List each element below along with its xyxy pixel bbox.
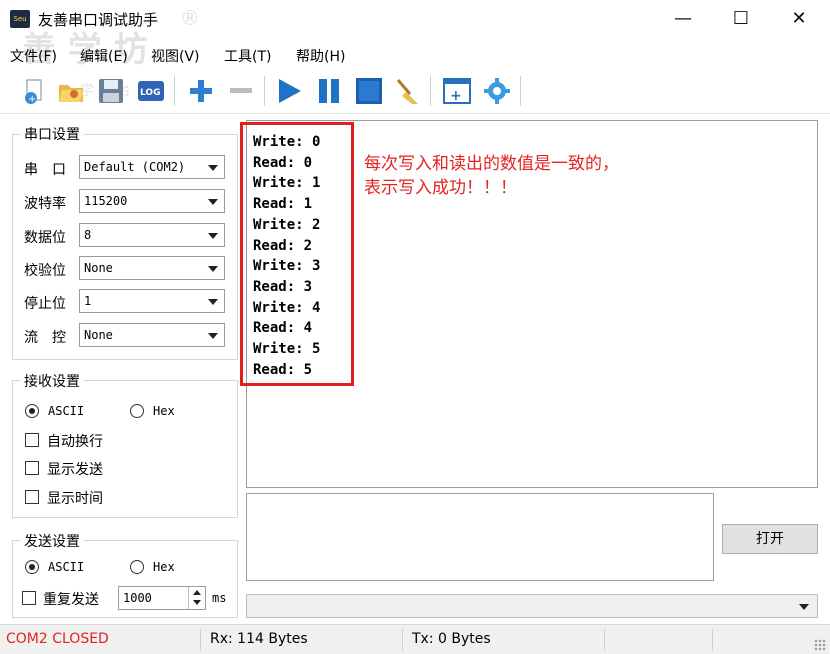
baud-value: 115200 — [84, 194, 128, 208]
status-divider — [604, 629, 605, 651]
toolbar-separator — [520, 76, 521, 106]
serial-settings-title: 串口设置 — [20, 124, 84, 144]
stepper-up-icon[interactable] — [193, 590, 201, 595]
repeat-interval-input[interactable]: 1000 — [118, 586, 206, 610]
databits-label: 数据位 — [24, 230, 66, 246]
broom-icon[interactable] — [392, 76, 422, 106]
receive-settings-group — [12, 380, 238, 518]
stopbits-value: 1 — [84, 294, 92, 308]
receive-ascii-radio[interactable] — [25, 404, 39, 418]
repeat-send-checkbox[interactable] — [22, 591, 36, 605]
trademark-symbol: ® — [180, 6, 200, 30]
repeat-interval-value: 1000 — [123, 591, 152, 605]
send-textarea[interactable] — [246, 493, 714, 581]
close-button[interactable]: ✕ — [776, 0, 822, 38]
save-icon[interactable] — [96, 76, 126, 106]
send-hex-label: Hex — [153, 560, 175, 574]
send-ascii-label: ASCII — [48, 560, 85, 574]
port-value: Default (COM2) — [84, 160, 186, 174]
baud-select[interactable]: 115200 — [79, 189, 225, 213]
chevron-down-icon — [208, 299, 218, 305]
port-select[interactable]: Default (COM2) — [79, 155, 225, 179]
receive-settings-title: 接收设置 — [20, 371, 84, 391]
new-file-icon[interactable]: + — [20, 76, 50, 106]
chevron-down-icon — [208, 266, 218, 272]
play-icon[interactable] — [274, 76, 304, 106]
parity-select[interactable]: None — [79, 256, 225, 280]
databits-value: 8 — [84, 228, 92, 242]
send-settings-title: 发送设置 — [20, 531, 84, 551]
receive-text: Write: 0 Read: 0 Write: 1 Read: 1 Write:… — [253, 134, 321, 378]
tx-count: Tx: 0 Bytes — [412, 631, 491, 647]
flow-label: 流 控 — [24, 330, 66, 346]
chevron-down-icon — [208, 333, 218, 339]
app-icon: Seu — [10, 10, 30, 28]
annotation-text: 每次写入和读出的数值是一致的， 表示写入成功！！！ — [364, 154, 619, 198]
status-bar: COM2 CLOSED Rx: 114 Bytes Tx: 0 Bytes — [0, 624, 830, 654]
menu-tools[interactable]: 工具(T) — [224, 46, 271, 66]
title-bar: Seu 友善串口调试助手 ® — ☐ ✕ — [0, 0, 830, 38]
menu-help[interactable]: 帮助(H) — [296, 46, 345, 66]
window-title: 友善串口调试助手 — [38, 11, 159, 29]
minimize-button[interactable]: — — [660, 0, 706, 38]
auto-newline-checkbox[interactable] — [25, 433, 39, 447]
settings-gear-icon[interactable] — [482, 76, 512, 106]
resize-grip-icon[interactable] — [814, 639, 826, 651]
chevron-down-icon — [208, 165, 218, 171]
menu-edit[interactable]: 编辑(E) — [80, 46, 128, 66]
receive-hex-label: Hex — [153, 404, 175, 418]
chevron-down-icon — [799, 604, 809, 610]
databits-select[interactable]: 8 — [79, 223, 225, 247]
log-icon[interactable]: LOG — [136, 76, 166, 106]
open-folder-icon[interactable] — [56, 76, 86, 106]
maximize-button[interactable]: ☐ — [718, 0, 764, 38]
interval-unit: ms — [212, 591, 227, 605]
open-button[interactable]: 打开 — [722, 524, 818, 554]
show-send-checkbox[interactable] — [25, 461, 39, 475]
pause-icon[interactable] — [314, 76, 344, 106]
status-divider — [200, 629, 201, 651]
stepper-down-icon[interactable] — [193, 600, 201, 605]
menu-view[interactable]: 视图(V) — [151, 46, 200, 66]
menu-file[interactable]: 文件(F) — [10, 46, 57, 66]
send-history-select[interactable] — [246, 594, 818, 618]
svg-text:+: + — [28, 94, 36, 105]
parity-value: None — [84, 261, 113, 275]
flow-value: None — [84, 328, 113, 342]
auto-newline-label: 自动换行 — [47, 434, 103, 450]
port-status: COM2 CLOSED — [6, 631, 109, 647]
log-icon-label: LOG — [140, 88, 160, 98]
send-ascii-radio[interactable] — [25, 560, 39, 574]
baud-label: 波特率 — [24, 196, 66, 212]
receive-ascii-label: ASCII — [48, 404, 85, 418]
toolbar-separator — [264, 76, 265, 106]
status-divider — [402, 629, 403, 651]
remove-icon[interactable] — [226, 76, 256, 106]
interval-stepper[interactable] — [188, 587, 205, 609]
new-window-icon[interactable]: + — [442, 76, 472, 106]
receive-hex-radio[interactable] — [130, 404, 144, 418]
rx-count: Rx: 114 Bytes — [210, 631, 308, 647]
show-time-label: 显示时间 — [47, 491, 103, 507]
repeat-send-label: 重复发送 — [43, 592, 99, 608]
parity-label: 校验位 — [24, 263, 66, 279]
port-label: 串 口 — [24, 162, 66, 178]
add-icon[interactable] — [186, 76, 216, 106]
toolbar: + LOG + — [0, 68, 830, 114]
chevron-down-icon — [208, 233, 218, 239]
toolbar-separator — [174, 76, 175, 106]
status-divider — [712, 629, 713, 651]
flow-select[interactable]: None — [79, 323, 225, 347]
menu-bar: 文件(F) 编辑(E) 视图(V) 工具(T) 帮助(H) — [0, 42, 830, 66]
stop-icon[interactable] — [354, 76, 384, 106]
show-time-checkbox[interactable] — [25, 490, 39, 504]
chevron-down-icon — [208, 199, 218, 205]
show-send-label: 显示发送 — [47, 462, 103, 478]
send-hex-radio[interactable] — [130, 560, 144, 574]
stopbits-select[interactable]: 1 — [79, 289, 225, 313]
toolbar-separator — [430, 76, 431, 106]
svg-text:+: + — [450, 88, 462, 104]
stopbits-label: 停止位 — [24, 296, 66, 312]
